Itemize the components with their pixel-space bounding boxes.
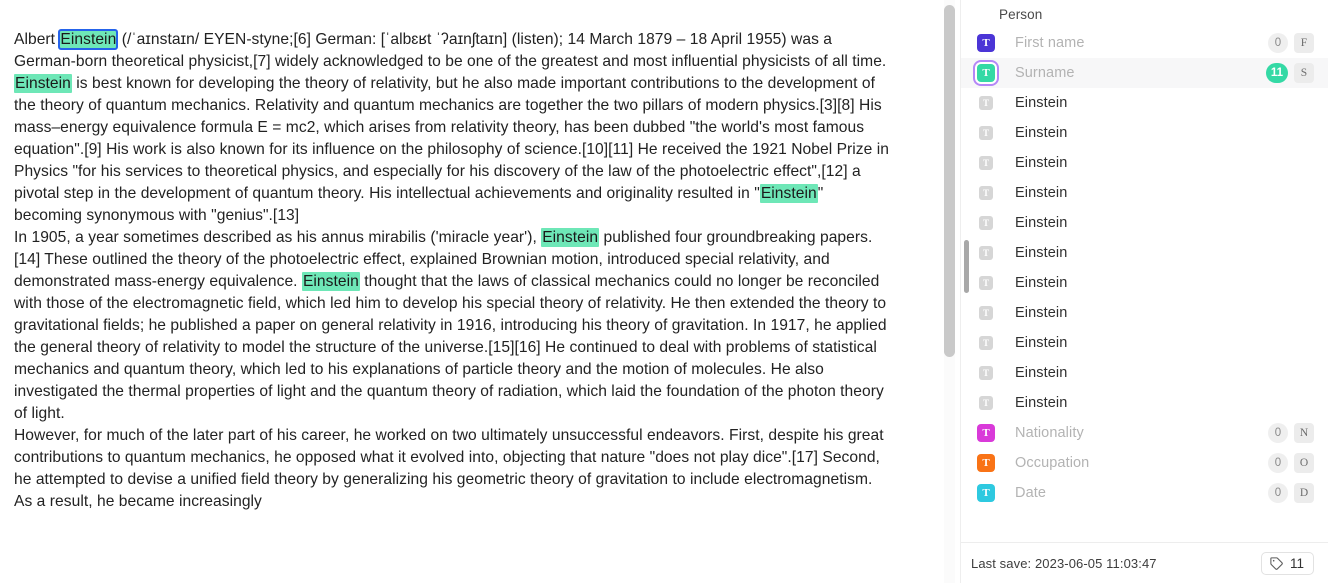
field-badges: 0N [1268, 423, 1314, 443]
value-type-text-icon: T [979, 396, 993, 410]
field-shortcut-key[interactable]: S [1294, 63, 1314, 83]
sidebar-value-row[interactable]: T Einstein [961, 298, 1328, 328]
field-badges: 0D [1268, 483, 1314, 503]
sidebar-field-row-date[interactable]: T Date 0 D [961, 478, 1328, 508]
value-type-text-icon: T [979, 216, 993, 230]
highlight-selected[interactable]: Einstein [58, 29, 119, 50]
sidebar-value-row[interactable]: T Einstein [961, 178, 1328, 208]
highlight-annotation[interactable]: Einstein [541, 228, 600, 247]
field-type-text-icon: T [977, 424, 995, 442]
value-label: Einstein [1015, 395, 1068, 411]
app-root: Albert Einstein (/ˈaɪnstaɪn/ EYEN-styne;… [0, 0, 1328, 583]
highlight-annotation[interactable]: Einstein [759, 184, 818, 203]
value-label: Einstein [1015, 125, 1068, 141]
sidebar-group-title: Person [999, 7, 1043, 22]
value-label: Einstein [1015, 245, 1068, 261]
sidebar-value-row[interactable]: T Einstein [961, 268, 1328, 298]
value-type-text-icon: T [979, 126, 993, 140]
field-count-badge: 0 [1268, 483, 1288, 503]
field-label: Occupation [1015, 455, 1090, 471]
document-pane[interactable]: Albert Einstein (/ˈaɪnstaɪn/ EYEN-styne;… [0, 0, 960, 583]
sidebar-field-row-nationality[interactable]: T Nationality 0 N [961, 418, 1328, 448]
annotation-sidebar: Person T First name 0 F T Surname 11 S T Einstein… [960, 0, 1328, 583]
value-label: Einstein [1015, 335, 1068, 351]
value-label: Einstein [1015, 95, 1068, 111]
value-label: Einstein [1015, 155, 1068, 171]
document-paragraph: However, for much of the later part of h… [14, 427, 889, 510]
sidebar-value-row[interactable]: T Einstein [961, 88, 1328, 118]
field-type-text-icon: T [977, 454, 995, 472]
value-label: Einstein [1015, 185, 1068, 201]
field-label: Surname [1015, 65, 1075, 81]
field-type-text-icon: T [977, 64, 995, 82]
field-count-badge: 0 [1268, 423, 1288, 443]
field-label: Nationality [1015, 425, 1084, 441]
document-text[interactable]: Albert Einstein (/ˈaɪnstaɪn/ EYEN-styne;… [14, 29, 894, 513]
value-type-text-icon: T [979, 246, 993, 260]
tag-icon [1269, 556, 1284, 571]
highlight-annotation[interactable]: Einstein [14, 74, 72, 93]
sidebar-value-row[interactable]: T Einstein [961, 118, 1328, 148]
value-type-text-icon: T [979, 186, 993, 200]
sidebar-scroll-area[interactable]: Person T First name 0 F T Surname 11 S T Einstein… [961, 0, 1328, 542]
sidebar-footer: Last save: 2023-06-05 11:03:47 11 [961, 542, 1328, 583]
sidebar-value-row[interactable]: T Einstein [961, 358, 1328, 388]
sidebar-field-row-surname[interactable]: T Surname 11 S [961, 58, 1328, 88]
value-label: Einstein [1015, 275, 1068, 291]
value-type-text-icon: T [979, 366, 993, 380]
tag-count-value: 11 [1289, 555, 1304, 571]
sidebar-value-row[interactable]: T Einstein [961, 208, 1328, 238]
value-type-text-icon: T [979, 96, 993, 110]
document-scrollbar-thumb[interactable] [944, 5, 955, 357]
value-type-text-icon: T [979, 276, 993, 290]
field-badges: 0O [1268, 453, 1314, 473]
value-type-text-icon: T [979, 156, 993, 170]
field-badges: 0F [1268, 33, 1314, 53]
field-shortcut-key[interactable]: F [1294, 33, 1314, 53]
field-count-badge: 11 [1265, 63, 1288, 83]
field-type-text-icon: T [977, 484, 995, 502]
document-paragraph: Albert Einstein (/ˈaɪnstaɪn/ EYEN-styne;… [14, 29, 894, 224]
field-shortcut-key[interactable]: D [1294, 483, 1314, 503]
last-save-label: Last save: 2023-06-05 11:03:47 [971, 555, 1157, 571]
document-paragraph: In 1905, a year sometimes described as h… [14, 228, 892, 422]
field-label: Date [1015, 485, 1047, 501]
field-count-badge: 0 [1268, 453, 1288, 473]
field-label: First name [1015, 35, 1085, 51]
field-shortcut-key[interactable]: N [1294, 423, 1314, 443]
field-type-text-icon: T [977, 34, 995, 52]
field-count-badge: 0 [1268, 33, 1288, 53]
sidebar-field-row-first-name[interactable]: T First name 0 F [961, 28, 1328, 58]
highlight-annotation[interactable]: Einstein [301, 272, 360, 291]
value-type-text-icon: T [979, 306, 993, 320]
sidebar-scrollbar-thumb[interactable] [964, 240, 969, 293]
field-badges: 11 S [1265, 63, 1314, 83]
tag-counter[interactable]: 11 [1260, 551, 1314, 575]
value-type-text-icon: T [979, 336, 993, 350]
field-shortcut-key[interactable]: O [1294, 453, 1314, 473]
sidebar-value-row[interactable]: T Einstein [961, 388, 1328, 418]
sidebar-row-list: T First name 0 F T Surname 11 S T Einstein T Einste… [961, 28, 1328, 508]
value-label: Einstein [1015, 305, 1068, 321]
value-label: Einstein [1015, 365, 1068, 381]
sidebar-value-row[interactable]: T Einstein [961, 328, 1328, 358]
value-label: Einstein [1015, 215, 1068, 231]
sidebar-field-row-occupation[interactable]: T Occupation 0 O [961, 448, 1328, 478]
sidebar-value-row[interactable]: T Einstein [961, 148, 1328, 178]
sidebar-value-row[interactable]: T Einstein [961, 238, 1328, 268]
